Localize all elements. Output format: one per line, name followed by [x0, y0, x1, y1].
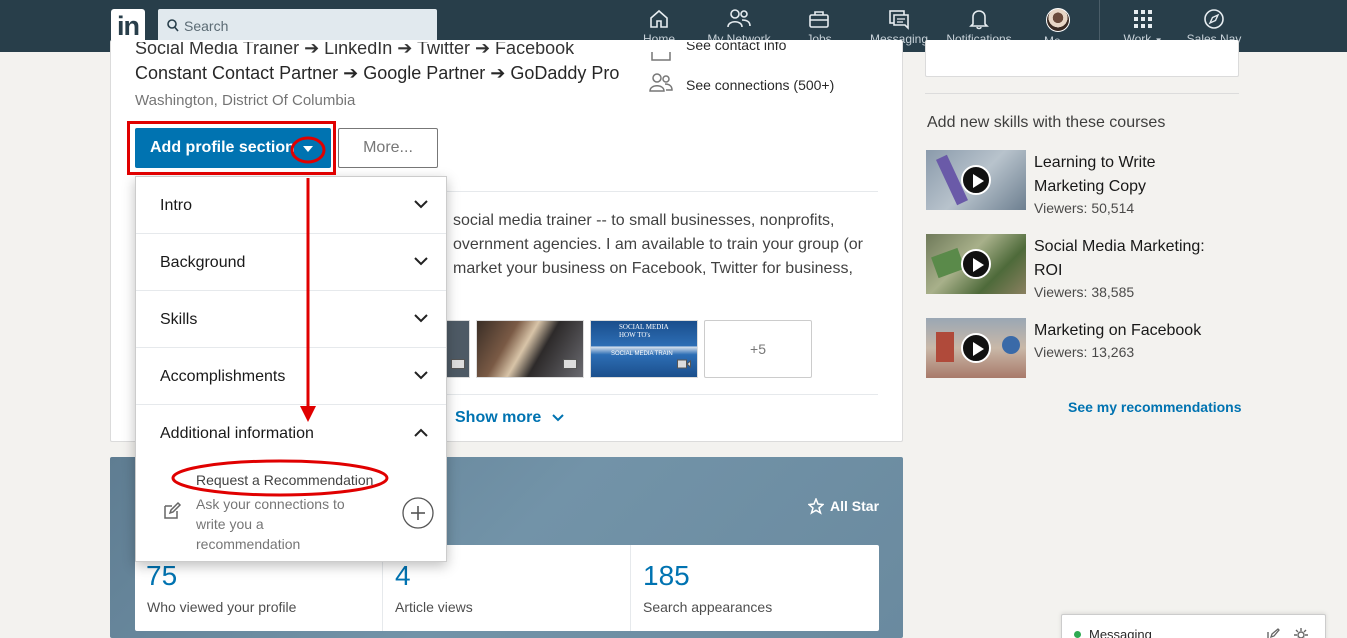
annotation-circle	[290, 136, 326, 164]
annotation-highlight-box	[127, 121, 336, 175]
annotation-overlay	[127, 121, 389, 497]
annotation-circle	[171, 459, 389, 497]
annotation-arrowhead	[300, 406, 316, 422]
